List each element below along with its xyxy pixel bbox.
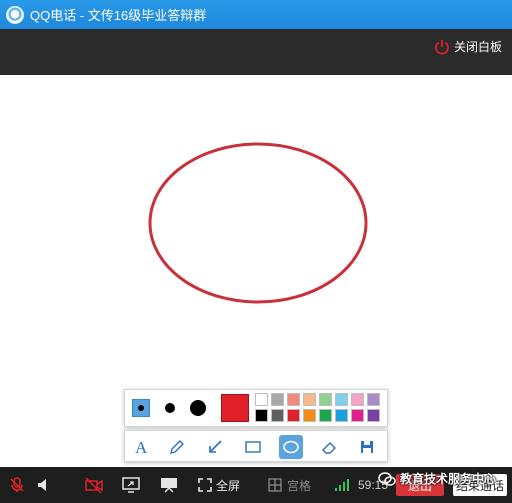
grid-label: 宫格	[287, 478, 312, 493]
pen-size-medium[interactable]	[161, 399, 179, 417]
color-swatch[interactable]	[287, 393, 300, 406]
signal-strength-icon	[335, 479, 349, 491]
wechat-icon	[378, 471, 396, 486]
screen-share-icon	[122, 477, 140, 493]
color-swatch[interactable]	[287, 409, 300, 422]
watermark: 教育技术服务中心	[378, 470, 496, 487]
color-swatch[interactable]	[335, 409, 348, 422]
color-swatch[interactable]	[335, 393, 348, 406]
color-swatch[interactable]	[271, 393, 284, 406]
pencil-tool-button[interactable]	[165, 435, 189, 459]
color-swatch[interactable]	[351, 393, 364, 406]
fullscreen-label: 全屏	[216, 478, 241, 493]
eraser-tool-button[interactable]	[317, 435, 341, 459]
grid-view-button[interactable]: 宫格	[268, 475, 311, 495]
camera-off-button[interactable]	[84, 475, 104, 495]
color-swatch[interactable]	[319, 409, 332, 422]
whiteboard-header: 关闭白板	[0, 29, 512, 75]
close-whiteboard-label: 关闭白板	[453, 40, 502, 54]
color-swatch[interactable]	[255, 393, 268, 406]
rectangle-tool-button[interactable]	[241, 435, 265, 459]
color-swatch[interactable]	[255, 409, 268, 422]
drawing-tools-toolbar: A	[124, 430, 388, 462]
text-icon: A	[135, 438, 148, 456]
eraser-icon	[322, 442, 336, 454]
speaker-button[interactable]	[36, 475, 52, 495]
mute-mic-button[interactable]	[8, 475, 26, 495]
pen-toolbar	[124, 389, 388, 427]
camera-off-icon	[85, 477, 103, 494]
svg-text:A: A	[135, 438, 148, 456]
color-swatch[interactable]	[303, 393, 316, 406]
whiteboard-button[interactable]	[160, 475, 178, 495]
grid-icon	[268, 478, 282, 492]
color-swatch[interactable]	[367, 393, 380, 406]
window-title: QQ电话 - 文传16级毕业答辩群	[30, 8, 207, 23]
fullscreen-icon	[198, 478, 212, 492]
title-bar: QQ电话 - 文传16级毕业答辩群	[0, 0, 512, 29]
current-color-swatch	[221, 394, 249, 422]
ellipse-tool-button[interactable]	[279, 435, 303, 459]
save-icon	[361, 441, 373, 453]
whiteboard-icon	[161, 478, 177, 493]
power-icon	[435, 39, 449, 55]
rectangle-icon	[245, 441, 261, 453]
color-swatch[interactable]	[271, 409, 284, 422]
pen-size-small[interactable]	[132, 399, 150, 417]
save-tool-button[interactable]	[355, 435, 379, 459]
text-tool-button[interactable]: A	[129, 435, 153, 459]
color-swatch[interactable]	[319, 393, 332, 406]
mic-off-icon	[10, 477, 24, 492]
pencil-icon	[170, 440, 184, 454]
color-swatch[interactable]	[351, 409, 364, 422]
speaker-icon	[38, 479, 46, 491]
color-swatch[interactable]	[303, 409, 316, 422]
watermark-text: 教育技术服务中心	[400, 472, 497, 486]
qq-penguin-icon	[6, 5, 24, 24]
arrow-tool-button[interactable]	[203, 435, 227, 459]
share-screen-button[interactable]	[122, 475, 140, 495]
ellipse-icon	[283, 440, 299, 454]
arrow-icon	[209, 440, 222, 453]
color-swatch[interactable]	[367, 409, 380, 422]
close-whiteboard-button[interactable]: 关闭白板	[434, 38, 502, 55]
pen-size-large[interactable]	[187, 397, 209, 419]
fullscreen-button[interactable]: 全屏	[198, 475, 240, 495]
